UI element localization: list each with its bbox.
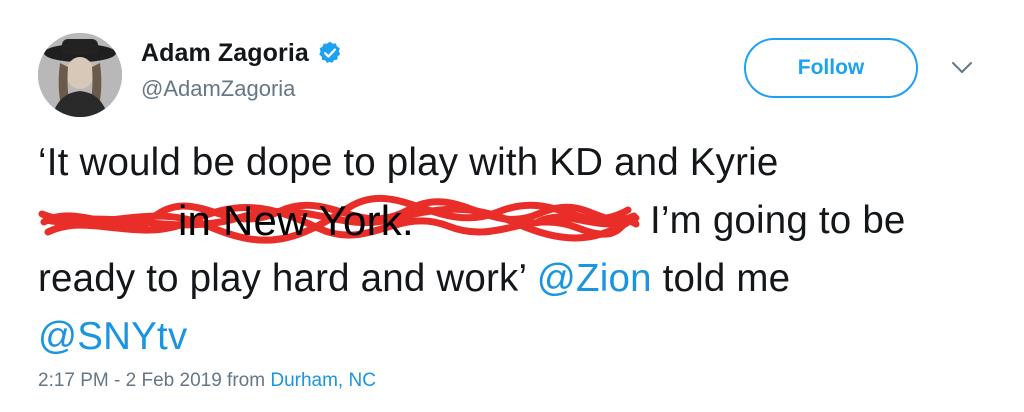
timestamp[interactable]: 2:17 PM - 2 Feb 2019 <box>38 370 222 391</box>
tweet-line-3-tail: told me <box>651 257 791 300</box>
mention-link-snytv[interactable]: @SNYtv <box>38 315 187 358</box>
avatar-image <box>38 33 122 117</box>
user-handle[interactable]: @AdamZagoria <box>141 76 295 102</box>
tweet-line-1: ‘It would be dope to play with KD and Ky… <box>38 141 779 184</box>
redaction-scribble: in New York. <box>38 192 640 250</box>
mention-link-zion[interactable]: @Zion <box>537 257 652 300</box>
tweet-text: ‘It would be dope to play with KD and Ky… <box>38 134 998 366</box>
avatar[interactable] <box>38 33 122 117</box>
tweet-line-2: in New York. I’m going to be <box>38 192 998 250</box>
tweet-line-4: @SNYtv <box>38 308 998 366</box>
tweet-line-3-text: ready to play hard and work’ <box>38 257 537 300</box>
location-link[interactable]: Durham, NC <box>270 370 376 391</box>
tweet-line-2-rest: I’m going to be <box>650 199 906 242</box>
follow-button[interactable]: Follow <box>744 38 918 98</box>
verified-badge-icon <box>317 40 343 66</box>
display-name[interactable]: Adam Zagoria <box>141 39 309 68</box>
chevron-down-icon[interactable] <box>950 60 974 76</box>
tweet-meta: 2:17 PM - 2 Feb 2019 from Durham, NC <box>38 370 376 392</box>
tweet-card: Adam Zagoria @AdamZagoria Follow ‘It wou… <box>0 0 1024 412</box>
tweet-line-3: ready to play hard and work’ @Zion told … <box>38 250 998 308</box>
overlay-text: in New York. <box>178 197 414 244</box>
name-row: Adam Zagoria <box>141 36 343 70</box>
from-label: from <box>221 370 271 391</box>
